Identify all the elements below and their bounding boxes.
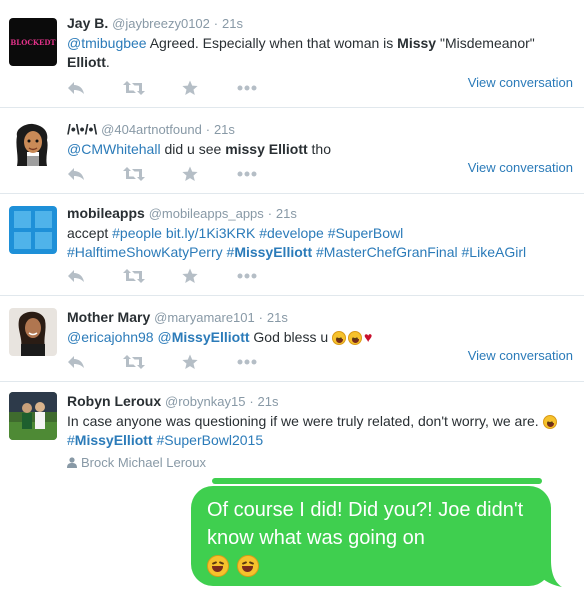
separator: · bbox=[205, 122, 211, 137]
hashtag-link[interactable]: #MissyElliott bbox=[67, 432, 153, 448]
message-bubble-top-edge bbox=[212, 478, 542, 484]
tweet-actions bbox=[67, 268, 267, 286]
timestamp[interactable]: 21s bbox=[222, 16, 243, 31]
crying-laughing-emoji bbox=[236, 555, 259, 577]
retweet-icon[interactable] bbox=[123, 268, 145, 286]
hashtag-link[interactable]: #SuperBowl2015 bbox=[156, 432, 263, 448]
tweet[interactable]: mobileapps @mobileapps_apps · 21s accept… bbox=[0, 194, 584, 296]
imessage-emojis bbox=[207, 554, 535, 582]
timestamp[interactable]: 21s bbox=[276, 206, 297, 221]
tweet-actions bbox=[67, 80, 267, 98]
hashtag-link[interactable]: #LikeAGirl bbox=[462, 244, 527, 260]
tweet[interactable]: /•\•/•\ @404artnotfound · 21s @CMWhiteha… bbox=[0, 108, 584, 194]
username[interactable]: @jaybreezy0102 bbox=[112, 16, 210, 31]
hashtag-link[interactable]: #MasterChefGranFinal bbox=[316, 244, 458, 260]
tweet-text: @tmibugbee Agreed. Especially when that … bbox=[67, 35, 535, 70]
username[interactable]: @robynkay15 bbox=[165, 394, 245, 409]
reply-icon[interactable] bbox=[67, 354, 85, 372]
tweet[interactable]: Mother Mary @maryamare101 · 21s @ericajo… bbox=[0, 296, 584, 382]
crying-laughing-emoji bbox=[207, 555, 229, 577]
username[interactable]: @404artnotfound bbox=[101, 122, 202, 137]
bubble-tail bbox=[532, 560, 562, 587]
heart-emoji: ♥ bbox=[364, 329, 373, 345]
hashtag-link[interactable]: #MissyElliott bbox=[227, 244, 313, 260]
avatar[interactable] bbox=[9, 392, 57, 440]
more-icon[interactable] bbox=[237, 85, 257, 103]
more-icon[interactable] bbox=[237, 171, 257, 189]
separator: · bbox=[258, 310, 263, 325]
tweet-actions bbox=[67, 166, 267, 184]
separator: · bbox=[249, 394, 254, 409]
favorite-icon[interactable] bbox=[182, 80, 198, 98]
tweet-text: In case anyone was questioning if we wer… bbox=[67, 412, 578, 450]
fullname[interactable]: mobileapps bbox=[67, 205, 145, 221]
person-icon bbox=[67, 456, 77, 471]
fullname[interactable]: Robyn Leroux bbox=[67, 393, 161, 409]
avatar-logo-text: BLOCKEDT bbox=[10, 37, 56, 47]
hashtag-link[interactable]: #HalftimeShowKatyPerry bbox=[67, 244, 223, 260]
username[interactable]: @maryamare101 bbox=[154, 310, 255, 325]
tweet[interactable]: BLOCKEDT Jay B. @jaybreezy0102 · 21s @tm… bbox=[0, 0, 584, 108]
hashtag-link[interactable]: #develope bbox=[259, 225, 324, 241]
retweet-icon[interactable] bbox=[123, 80, 145, 98]
url-link[interactable]: bit.ly/1Ki3KRK bbox=[166, 225, 255, 241]
fullname[interactable]: Mother Mary bbox=[67, 309, 150, 325]
hashtag-link[interactable]: #SuperBowl bbox=[328, 225, 404, 241]
fullname[interactable]: Jay B. bbox=[67, 15, 108, 31]
crying-laughing-emoji bbox=[542, 415, 557, 429]
view-conversation-link[interactable]: View conversation bbox=[468, 160, 573, 175]
reply-icon[interactable] bbox=[67, 80, 85, 98]
reply-icon[interactable] bbox=[67, 268, 85, 286]
username[interactable]: @mobileapps_apps bbox=[149, 206, 264, 221]
avatar[interactable]: BLOCKEDT bbox=[9, 18, 57, 66]
tweet-text: accept #people bit.ly/1Ki3KRK #develope … bbox=[67, 225, 527, 260]
retweet-icon[interactable] bbox=[123, 166, 145, 184]
separator: · bbox=[267, 206, 273, 221]
favorite-icon[interactable] bbox=[182, 268, 198, 286]
avatar[interactable] bbox=[9, 122, 57, 170]
crying-laughing-emoji bbox=[348, 331, 363, 345]
imessage-text: Of course I did! Did you?! Joe didn't kn… bbox=[207, 499, 524, 549]
retweet-icon[interactable] bbox=[123, 354, 145, 372]
favorite-icon[interactable] bbox=[182, 166, 198, 184]
mention-link[interactable]: @tmibugbee bbox=[67, 35, 147, 51]
tagged-user[interactable]: Brock Michael Leroux bbox=[67, 455, 578, 471]
tweet-text: @CMWhitehall did u see missy Elliott tho bbox=[67, 141, 332, 157]
mention-link[interactable]: @ericajohn98 bbox=[67, 329, 154, 345]
reply-icon[interactable] bbox=[67, 166, 85, 184]
tweet-header: /•\•/•\ @404artnotfound · 21s bbox=[67, 120, 578, 139]
separator: · bbox=[213, 16, 219, 31]
fullname[interactable]: /•\•/•\ bbox=[67, 121, 97, 137]
tweet-header: Robyn Leroux @robynkay15 · 21s bbox=[67, 392, 578, 411]
tweet-header: mobileapps @mobileapps_apps · 21s bbox=[67, 204, 578, 223]
tagged-user-name: Brock Michael Leroux bbox=[81, 455, 206, 470]
tweet-header: Mother Mary @maryamare101 · 21s bbox=[67, 308, 578, 327]
timestamp[interactable]: 21s bbox=[258, 394, 279, 409]
tweet[interactable]: Robyn Leroux @robynkay15 · 21s In case a… bbox=[0, 382, 584, 482]
tweet-actions bbox=[67, 354, 267, 372]
more-icon[interactable] bbox=[237, 359, 257, 377]
tweet-text: @ericajohn98 @MissyElliott God bless u ♥ bbox=[67, 329, 373, 345]
timestamp[interactable]: 21s bbox=[267, 310, 288, 325]
more-icon[interactable] bbox=[237, 273, 257, 291]
tweet-header: Jay B. @jaybreezy0102 · 21s bbox=[67, 14, 578, 33]
imessage-bubble: Of course I did! Did you?! Joe didn't kn… bbox=[191, 486, 551, 586]
view-conversation-link[interactable]: View conversation bbox=[468, 348, 573, 363]
avatar[interactable] bbox=[9, 308, 57, 356]
timestamp[interactable]: 21s bbox=[214, 122, 235, 137]
hashtag-link[interactable]: #people bbox=[112, 225, 162, 241]
mention-link[interactable]: @CMWhitehall bbox=[67, 141, 161, 157]
avatar[interactable] bbox=[9, 206, 57, 254]
favorite-icon[interactable] bbox=[182, 354, 198, 372]
crying-laughing-emoji bbox=[332, 331, 347, 345]
mention-link[interactable]: @MissyElliott bbox=[158, 329, 250, 345]
view-conversation-link[interactable]: View conversation bbox=[468, 75, 573, 90]
